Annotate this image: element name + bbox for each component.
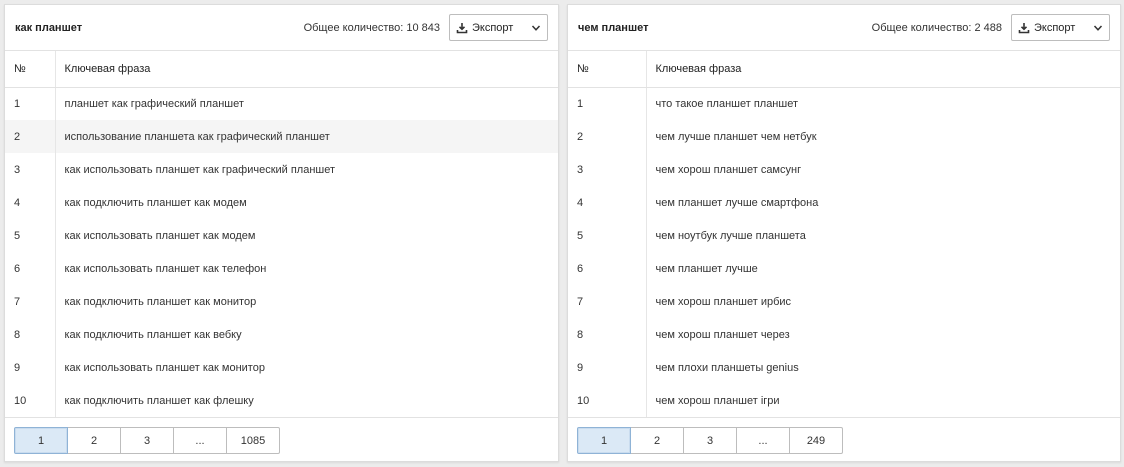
row-number: 8 <box>5 318 56 351</box>
row-number: 4 <box>5 186 56 219</box>
row-phrase: чем планшет лучше <box>655 262 758 275</box>
export-label: Экспорт <box>1034 21 1076 34</box>
table-row[interactable]: 1 что такое планшет планшет <box>568 87 1120 120</box>
table-row[interactable]: 9 как использовать планшет как монитор <box>5 351 558 384</box>
page-button-current[interactable]: 1 <box>14 427 68 454</box>
page-ellipsis[interactable]: ... <box>173 427 227 454</box>
row-number: 6 <box>5 252 56 285</box>
table-row[interactable]: 6 чем планшет лучше <box>568 252 1120 285</box>
row-phrase: как подключить планшет как модем <box>64 196 247 209</box>
row-number: 3 <box>568 153 647 186</box>
row-number: 1 <box>568 87 647 120</box>
row-number: 5 <box>5 219 56 252</box>
row-phrase: использование планшета как графический п… <box>55 120 558 153</box>
row-number: 8 <box>568 318 647 351</box>
row-phrase: как использовать планшет как телефон <box>64 262 267 275</box>
chevron-down-icon <box>1093 24 1103 31</box>
pagination: 1 2 3 ... 1085 <box>5 417 558 462</box>
row-number: 2 <box>5 120 56 153</box>
row-phrase: что такое планшет планшет <box>655 97 799 110</box>
table-row[interactable]: 2 чем лучше планшет чем нетбук <box>568 120 1120 153</box>
page-button[interactable]: 2 <box>630 427 684 454</box>
row-number: 7 <box>5 285 56 318</box>
row-phrase: как подключить планшет как монитор <box>64 295 257 308</box>
row-phrase: чем хорош планшет через <box>655 328 790 341</box>
row-phrase: чем ноутбук лучше планшета <box>655 229 806 242</box>
row-number: 1 <box>5 87 56 120</box>
total-count: Общее количество: 10 843 <box>303 21 440 34</box>
row-phrase: как подключить планшет как вебку <box>64 328 242 341</box>
table-row[interactable]: 3 как использовать планшет как графически… <box>5 153 558 186</box>
table-row[interactable]: 4 чем планшет лучше смартфона <box>568 186 1120 219</box>
row-phrase: чем плохи планшеты genius <box>655 361 799 374</box>
page-button[interactable]: 3 <box>120 427 174 454</box>
export-dropdown-button[interactable]: Экспорт <box>1011 14 1110 41</box>
row-number: 2 <box>568 120 647 153</box>
table-row[interactable]: 4 как подключить планшет как модем <box>5 186 558 219</box>
table-row[interactable]: 10 как подключить планшет как флешку <box>5 384 558 417</box>
page-button-last[interactable]: 249 <box>789 427 843 454</box>
column-header-number[interactable]: № <box>5 51 56 88</box>
download-icon <box>456 22 468 33</box>
table-row[interactable]: 5 как использовать планшет как модем <box>5 219 558 252</box>
row-phrase: как использовать планшет как графический… <box>64 163 336 176</box>
table-row[interactable]: 1 планшет как графический планшет <box>5 87 558 120</box>
table-row[interactable]: 5 чем ноутбук лучше планшета <box>568 219 1120 252</box>
table-row[interactable]: 2 использование планшета как графический … <box>5 120 558 153</box>
row-phrase: как использовать планшет как модем <box>64 229 256 242</box>
row-number: 5 <box>568 219 647 252</box>
table-header-row: № Ключевая фраза <box>568 51 1120 88</box>
table-row[interactable]: 8 чем хорош планшет через <box>568 318 1120 351</box>
table-row[interactable]: 10 чем хорош планшет ігри <box>568 384 1120 417</box>
page-ellipsis[interactable]: ... <box>736 427 790 454</box>
download-icon <box>1018 22 1030 33</box>
page-button-current[interactable]: 1 <box>577 427 631 454</box>
table-row[interactable]: 9 чем плохи планшеты genius <box>568 351 1120 384</box>
row-phrase: чем лучше планшет чем нетбук <box>655 130 817 143</box>
row-phrase: чем хорош планшет самсунг <box>655 163 802 176</box>
panel-header: чем планшет Общее количество: 2 488 Эксп… <box>568 5 1120 51</box>
row-number: 10 <box>5 384 56 417</box>
row-number: 9 <box>5 351 56 384</box>
column-header-phrase[interactable]: Ключевая фраза <box>646 51 1120 88</box>
column-header-number[interactable]: № <box>568 51 647 88</box>
row-number: 7 <box>568 285 647 318</box>
export-label: Экспорт <box>472 21 514 34</box>
page-button-last[interactable]: 1085 <box>226 427 280 454</box>
table-row[interactable]: 8 как подключить планшет как вебку <box>5 318 558 351</box>
row-number: 9 <box>568 351 647 384</box>
keyword-table: № Ключевая фраза 1 что такое планшет план… <box>568 51 1120 417</box>
table-header-row: № Ключевая фраза <box>5 51 558 88</box>
pagination: 1 2 3 ... 249 <box>568 417 1120 462</box>
table-row[interactable]: 7 чем хорош планшет ирбис <box>568 285 1120 318</box>
row-number: 6 <box>568 252 647 285</box>
row-phrase: чем хорош планшет ирбис <box>655 295 792 308</box>
export-dropdown-button[interactable]: Экспорт <box>449 14 548 41</box>
row-phrase: чем планшет лучше смартфона <box>655 196 819 209</box>
keyword-panel-right: чем планшет Общее количество: 2 488 Эксп… <box>567 4 1121 462</box>
row-phrase: чем хорош планшет ігри <box>655 394 780 407</box>
table-row[interactable]: 3 чем хорош планшет самсунг <box>568 153 1120 186</box>
column-header-phrase[interactable]: Ключевая фраза <box>55 51 558 88</box>
keyword-panel-left: как планшет Общее количество: 10 843 Экс… <box>4 4 559 462</box>
table-row[interactable]: 7 как подключить планшет как монитор <box>5 285 558 318</box>
row-number: 4 <box>568 186 647 219</box>
table-row[interactable]: 6 как использовать планшет как телефон <box>5 252 558 285</box>
row-number: 10 <box>568 384 647 417</box>
row-phrase: планшет как графический планшет <box>64 97 244 110</box>
total-count: Общее количество: 2 488 <box>871 21 1002 34</box>
keyword-table: № Ключевая фраза 1 планшет как графически… <box>5 51 558 417</box>
row-number: 3 <box>5 153 56 186</box>
panel-title: чем планшет <box>578 21 649 34</box>
page-button[interactable]: 2 <box>67 427 121 454</box>
row-phrase: как подключить планшет как флешку <box>64 394 254 407</box>
panel-title: как планшет <box>15 21 83 34</box>
row-phrase: как использовать планшет как монитор <box>64 361 265 374</box>
page-button[interactable]: 3 <box>683 427 737 454</box>
panel-header: как планшет Общее количество: 10 843 Экс… <box>5 5 558 51</box>
chevron-down-icon <box>531 24 541 31</box>
